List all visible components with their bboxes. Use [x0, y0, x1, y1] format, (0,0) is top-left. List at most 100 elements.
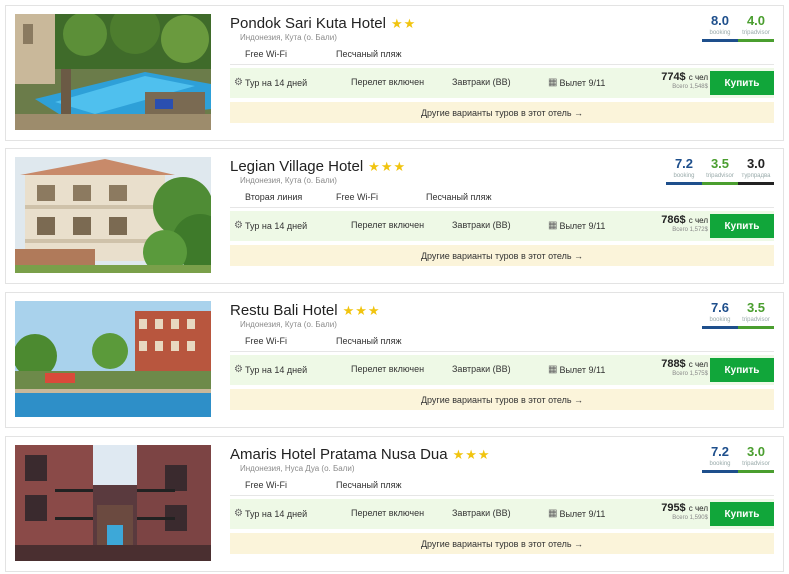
title-row: Restu Bali Hotel ★ ★ ★: [230, 299, 381, 321]
rating-bar: [738, 326, 774, 329]
meals-info: Завтраки (BB): [452, 77, 511, 87]
more-tours-link[interactable]: Другие варианты туров в этот отель →: [230, 533, 774, 554]
rating-value: 3.0: [746, 444, 766, 459]
hotel-location: Индонезия, Нуса Дуа (о. Бали): [240, 464, 355, 473]
rating-value: 3.0: [746, 156, 766, 171]
rating-booking[interactable]: 7.6 booking: [702, 299, 738, 329]
price-per: с чел: [688, 360, 708, 369]
more-tours-link[interactable]: Другие варианты туров в этот отель →: [230, 102, 774, 123]
tour-duration: ⚙ Тур на 14 дней: [234, 364, 307, 375]
hotel-photo[interactable]: [15, 14, 211, 130]
rating-tripadvisor[interactable]: 3.5 tripadvisor: [738, 299, 774, 329]
flight-label: Перелет включен: [351, 508, 425, 518]
feature-item: Песчаный пляж: [336, 480, 402, 490]
departure-label: Вылет 9/11: [559, 508, 606, 519]
rating-source: tripadvisor: [742, 317, 770, 323]
tour-duration: ⚙ Тур на 14 дней: [234, 508, 307, 519]
title-row: Legian Village Hotel ★ ★ ★: [230, 155, 406, 177]
hotel-list: Pondok Sari Kuta Hotel ★ ★ Индонезия, Кут…: [0, 0, 789, 574]
feature-item: Free Wi-Fi: [245, 49, 287, 59]
meals-label: Завтраки (BB): [452, 364, 511, 374]
rating-booking[interactable]: 7.2 booking: [666, 155, 702, 185]
offer-row: ⚙ Тур на 14 дней Перелет включен Завтрак…: [230, 499, 774, 529]
more-tours-link[interactable]: Другие варианты туров в этот отель →: [230, 245, 774, 266]
flight-label: Перелет включен: [351, 220, 425, 230]
hotel-location: Индонезия, Кута (о. Бали): [240, 176, 337, 185]
rating-bar: [702, 39, 738, 42]
flight-info: Перелет включен: [351, 364, 424, 374]
meals-info: Завтраки (BB): [452, 508, 511, 518]
departure-label: Вылет 9/11: [559, 364, 606, 375]
hotel-card-3: Restu Bali Hotel ★ ★ ★ Индонезия, Кута (о.…: [5, 292, 784, 428]
more-tours-link[interactable]: Другие варианты туров в этот отель →: [230, 389, 774, 410]
price-value: 795$: [661, 502, 686, 514]
rating-tripadvisor[interactable]: 3.5 tripadvisor: [702, 155, 738, 185]
gear-icon: ⚙: [234, 220, 243, 231]
star-icon: ★: [342, 302, 355, 318]
offer-row: ⚙ Тур на 14 дней Перелет включен Завтрак…: [230, 355, 774, 385]
feature-item: Free Wi-Fi: [336, 192, 378, 202]
flight-info: Перелет включен: [351, 220, 424, 230]
feature-item: Песчаный пляж: [336, 49, 402, 59]
price-amount: 795$ с чел: [661, 502, 708, 514]
offer-row: ⚙ Тур на 14 дней Перелет включен Завтрак…: [230, 68, 774, 98]
price-amount: 774$ с чел: [661, 71, 708, 83]
features-row: Free Wi-Fi Песчаный пляж: [230, 476, 774, 496]
star-icon: ★: [465, 446, 477, 462]
rating-value: 4.0: [746, 13, 766, 28]
flight-label: Перелет включен: [351, 364, 425, 374]
flight-label: Перелет включен: [351, 77, 425, 87]
rating-bar: [666, 182, 702, 185]
hotel-stars: ★ ★ ★: [368, 160, 406, 173]
hotel-name[interactable]: Amaris Hotel Pratama Nusa Dua: [230, 446, 448, 463]
rating-booking[interactable]: 8.0 booking: [702, 12, 738, 42]
rating-tripadvisor[interactable]: 3.0 tripadvisor: [738, 443, 774, 473]
departure-info: ▦ Вылет 9/11: [548, 77, 605, 88]
rating-турпрадва[interactable]: 3.0 турпрадва: [738, 155, 774, 185]
meals-info: Завтраки (BB): [452, 364, 511, 374]
star-icon: ★: [380, 158, 393, 174]
rating-booking[interactable]: 7.2 booking: [702, 443, 738, 473]
buy-button[interactable]: Купить: [710, 502, 774, 526]
rating-bar: [738, 39, 774, 42]
rating-value: 7.2: [674, 156, 694, 171]
feature-item: Песчаный пляж: [336, 336, 402, 346]
tour-duration: ⚙ Тур на 14 дней: [234, 77, 307, 88]
gear-icon: ⚙: [234, 364, 243, 375]
departure-label: Вылет 9/11: [559, 77, 606, 88]
price-amount: 786$ с чел: [661, 214, 708, 226]
buy-button[interactable]: Купить: [710, 71, 774, 95]
price-total: Всего 1,572$: [672, 227, 708, 233]
rating-value: 3.5: [710, 156, 730, 171]
hotel-photo[interactable]: [15, 301, 211, 417]
hotel-name[interactable]: Restu Bali Hotel: [230, 302, 338, 319]
rating-source: турпрадва: [741, 173, 771, 179]
tour-duration-label: Тур на 14 дней: [244, 364, 308, 375]
hotel-photo[interactable]: [15, 157, 211, 273]
hotel-photo[interactable]: [15, 445, 211, 561]
star-icon: ★: [368, 158, 380, 174]
meals-info: Завтраки (BB): [452, 220, 511, 230]
hotel-name[interactable]: Pondok Sari Kuta Hotel: [230, 15, 386, 32]
rating-tripadvisor[interactable]: 4.0 tripadvisor: [738, 12, 774, 42]
ratings: 7.2 booking 3.5 tripadvisor 3.0 турпрадва: [666, 155, 774, 185]
hotel-name[interactable]: Legian Village Hotel: [230, 158, 363, 175]
departure-info: ▦ Вылет 9/11: [548, 364, 605, 375]
buy-button[interactable]: Купить: [710, 214, 774, 238]
rating-value: 8.0: [710, 13, 730, 28]
star-icon: ★: [355, 302, 367, 318]
features-row: Вторая линия Free Wi-Fi Песчаный пляж: [230, 188, 774, 208]
price-value: 774$: [661, 71, 686, 83]
departure-label: Вылет 9/11: [559, 220, 606, 231]
rating-source: tripadvisor: [742, 461, 770, 467]
departure-info: ▦ Вылет 9/11: [548, 508, 605, 519]
price-per: с чел: [688, 73, 708, 82]
tour-duration: ⚙ Тур на 14 дней: [234, 220, 307, 231]
star-icon: ★: [393, 158, 406, 174]
rating-source: booking: [709, 461, 731, 467]
star-icon: ★: [403, 15, 416, 31]
price-value: 786$: [661, 214, 686, 226]
tour-duration-label: Тур на 14 дней: [244, 508, 308, 519]
rating-bar: [702, 182, 738, 185]
buy-button[interactable]: Купить: [710, 358, 774, 382]
